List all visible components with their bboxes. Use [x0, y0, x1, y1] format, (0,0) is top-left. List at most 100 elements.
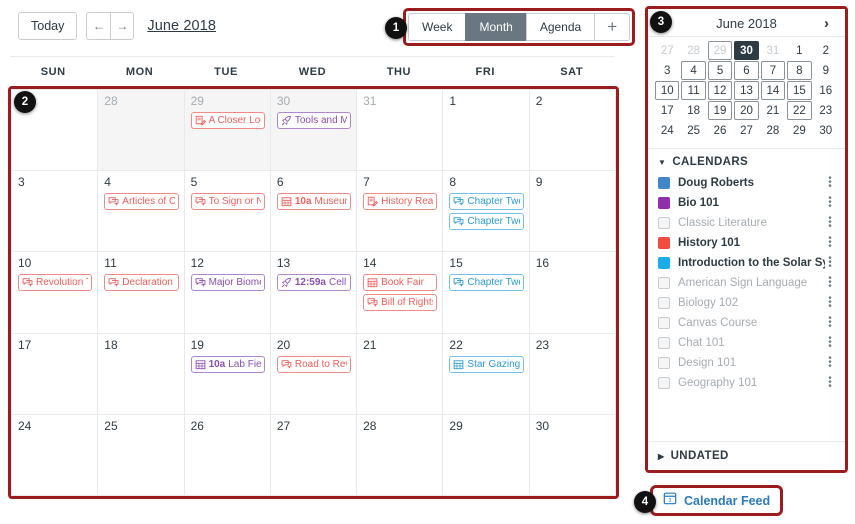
mini-calendar-day[interactable]: 29 — [707, 41, 733, 60]
calendar-day-cell[interactable]: 8 Chapter Twe Chapter Twe — [443, 171, 530, 253]
mini-calendar-day[interactable]: 21 — [761, 101, 785, 120]
calendar-event-pill[interactable]: 12:59aCell E — [276, 274, 352, 292]
calendar-day-cell[interactable]: 7 History Reac — [357, 171, 444, 253]
calendar-day-cell[interactable]: 22 Star Gazing — [443, 333, 530, 415]
mini-calendar-day[interactable]: 31 — [761, 41, 785, 60]
mini-calendar-day[interactable]: 23 — [814, 101, 838, 120]
mini-calendar-day[interactable]: 28 — [761, 121, 785, 140]
mini-calendar-day[interactable]: 22 — [787, 101, 812, 120]
calendar-color-checkbox[interactable] — [658, 217, 670, 229]
calendar-day-cell[interactable]: 11 Declaration — [98, 252, 185, 334]
calendar-event-pill[interactable]: Tools and M — [276, 112, 352, 129]
mini-calendar-day[interactable]: 26 — [708, 121, 732, 140]
calendar-list-item[interactable]: Chat 101 • • • — [652, 333, 841, 353]
calendar-day-cell[interactable]: 10 Revolution T — [12, 252, 99, 334]
calendar-options-icon[interactable]: • • • — [825, 174, 835, 192]
calendar-event-pill[interactable]: Major Biome — [190, 274, 265, 292]
tab-month[interactable]: Month — [465, 13, 526, 41]
mini-next-month-icon[interactable]: › — [820, 15, 833, 32]
calendar-event-pill[interactable]: 10aLab Field — [190, 355, 265, 373]
calendar-options-icon[interactable]: • • • — [825, 254, 835, 272]
mini-calendar-day[interactable]: 24 — [655, 121, 679, 140]
calendar-options-icon[interactable]: • • • — [825, 274, 835, 292]
mini-calendar-day[interactable]: 30 — [734, 41, 759, 60]
calendar-options-icon[interactable]: • • • — [825, 294, 835, 312]
calendar-color-checkbox[interactable] — [658, 177, 670, 189]
calendar-event-pill[interactable]: Chapter Twe — [449, 213, 524, 231]
calendar-list-item[interactable]: Doug Roberts • • • — [652, 173, 841, 193]
calendar-list-item[interactable]: Design 101 • • • — [652, 353, 841, 373]
mini-calendar-day[interactable]: 17 — [655, 101, 679, 120]
mini-calendar-day[interactable]: 29 — [787, 121, 811, 140]
calendar-options-icon[interactable]: • • • — [825, 374, 835, 392]
mini-calendar-day[interactable]: 2 — [814, 41, 838, 60]
calendar-day-cell[interactable]: 9 — [529, 171, 616, 253]
mini-calendar-day[interactable]: 13 — [734, 81, 759, 100]
mini-calendar-day[interactable]: 9 — [814, 61, 838, 80]
calendar-event-pill[interactable]: Chapter Twe — [449, 193, 524, 211]
calendar-day-cell[interactable]: 24 — [12, 414, 99, 497]
mini-calendar-day[interactable]: 5 — [707, 61, 733, 80]
mini-calendar-day[interactable]: 3 — [655, 61, 679, 80]
calendar-day-cell[interactable]: 1 — [443, 90, 530, 172]
calendar-list-item[interactable]: American Sign Language • • • — [652, 273, 841, 293]
calendar-day-cell[interactable]: 12 Major Biome — [184, 252, 271, 334]
calendar-event-pill[interactable]: A Closer Loo — [190, 112, 265, 129]
calendar-day-cell[interactable]: 25 — [98, 414, 185, 497]
mini-calendar-day[interactable]: 10 — [655, 81, 680, 100]
calendar-color-checkbox[interactable] — [658, 377, 670, 389]
mini-calendar-day[interactable]: 4 — [681, 61, 706, 80]
calendar-day-cell[interactable]: 2 — [529, 90, 616, 172]
tab-agenda[interactable]: Agenda — [525, 13, 595, 41]
calendar-day-cell[interactable]: 28 — [357, 414, 444, 497]
mini-calendar-day[interactable]: 18 — [681, 101, 705, 120]
calendar-event-pill[interactable]: Book Fair — [363, 274, 438, 292]
calendar-day-cell[interactable]: 5 To Sign or N — [184, 171, 271, 253]
calendar-list-item[interactable]: Bio 101 • • • — [652, 193, 841, 213]
calendar-day-cell[interactable]: 17 — [12, 333, 99, 415]
calendar-list-item[interactable]: Classic Literature • • • — [652, 213, 841, 233]
calendar-day-cell[interactable]: 26 — [184, 414, 271, 497]
today-button[interactable]: Today — [18, 12, 78, 40]
mini-calendar-day[interactable]: 11 — [681, 81, 706, 100]
mini-calendar-day[interactable]: 6 — [734, 61, 759, 80]
calendar-feed-link[interactable]: Calendar Feed — [684, 494, 770, 508]
calendar-day-cell[interactable]: 29 — [443, 414, 530, 497]
next-month-arrow-icon[interactable]: → — [110, 12, 135, 40]
calendar-day-cell[interactable]: 20 Road to Rev — [270, 333, 358, 415]
calendar-event-pill[interactable]: Articles of C — [104, 193, 179, 211]
calendar-day-cell[interactable]: 15 Chapter Twe — [443, 252, 530, 334]
prev-month-arrow-icon[interactable]: ← — [86, 12, 111, 40]
calendar-day-cell[interactable]: 30 Tools and M — [270, 90, 358, 172]
calendar-day-cell[interactable]: 28 — [98, 90, 185, 172]
mini-calendar-day[interactable]: 7 — [760, 61, 786, 80]
calendar-list-item[interactable]: History 101 • • • — [652, 233, 841, 253]
calendar-day-cell[interactable]: 23 — [529, 333, 616, 415]
calendar-list-item[interactable]: Introduction to the Solar System••• — [652, 253, 841, 273]
mini-calendar-day[interactable]: 27 — [734, 121, 758, 140]
calendar-list-item[interactable]: Geography 101 • • • — [652, 373, 841, 393]
calendar-day-cell[interactable]: 18 — [98, 333, 185, 415]
calendar-color-checkbox[interactable] — [658, 337, 670, 349]
mini-calendar-day[interactable]: 8 — [787, 61, 812, 80]
calendar-options-icon[interactable]: • • • — [825, 234, 835, 252]
calendar-color-checkbox[interactable] — [658, 197, 670, 209]
mini-calendar-day[interactable]: 28 — [681, 41, 705, 60]
calendar-event-pill[interactable]: Road to Rev — [276, 355, 352, 373]
calendar-day-cell[interactable]: 21 — [357, 333, 444, 415]
mini-calendar-day[interactable]: 1 — [787, 41, 811, 60]
calendar-color-checkbox[interactable] — [658, 297, 670, 309]
mini-calendar-day[interactable]: 25 — [681, 121, 705, 140]
mini-calendar-day[interactable]: 14 — [760, 81, 786, 100]
calendar-event-pill[interactable]: Revolution T — [18, 274, 93, 292]
calendar-event-pill[interactable]: 10aMuseum — [276, 193, 352, 211]
calendar-event-pill[interactable]: Bill of Rights — [363, 294, 438, 312]
calendars-section-header[interactable]: ▼ CALENDARS — [648, 148, 845, 173]
calendar-day-cell[interactable]: 1312:59aCell E — [270, 252, 358, 334]
calendar-list-item[interactable]: Biology 102 • • • — [652, 293, 841, 313]
calendar-color-checkbox[interactable] — [658, 257, 670, 269]
calendar-day-cell[interactable]: 14 Book Fair Bill of Rights — [357, 252, 444, 334]
calendar-color-checkbox[interactable] — [658, 357, 670, 369]
calendar-day-cell[interactable]: 31 — [357, 90, 444, 172]
calendar-options-icon[interactable]: • • • — [825, 314, 835, 332]
